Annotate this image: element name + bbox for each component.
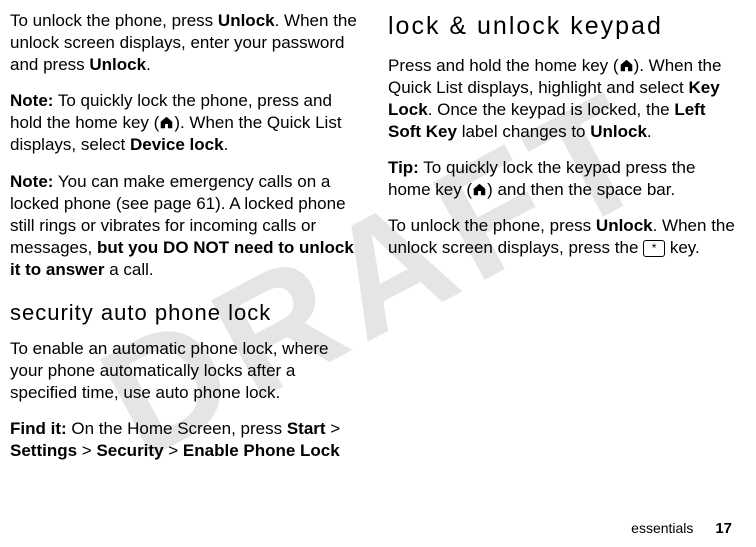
- text: .: [146, 55, 151, 74]
- text: label changes to: [457, 122, 590, 141]
- para-unlock-phone: To unlock the phone, press Unlock. When …: [10, 10, 358, 76]
- para-auto-lock-desc: To enable an automatic phone lock, where…: [10, 338, 358, 404]
- star-key-icon: *: [643, 240, 665, 257]
- text: >: [77, 441, 96, 460]
- para-keypad-lock: Press and hold the home key (). When the…: [388, 55, 736, 143]
- security-label: Security: [96, 441, 163, 460]
- text: a call.: [104, 260, 153, 279]
- para-unlock-keypad: To unlock the phone, press Unlock. When …: [388, 215, 736, 259]
- text: Press and hold the home key (: [388, 56, 619, 75]
- text: >: [326, 419, 341, 438]
- text: To unlock the phone, press: [388, 216, 596, 235]
- unlock-label: Unlock: [89, 55, 146, 74]
- text: .: [224, 135, 229, 154]
- text: key.: [665, 238, 700, 257]
- text: ) and then the space bar.: [487, 180, 675, 199]
- start-label: Start: [287, 419, 326, 438]
- settings-label: Settings: [10, 441, 77, 460]
- home-icon: [159, 116, 174, 129]
- find-it-label: Find it:: [10, 419, 67, 438]
- device-lock-label: Device lock: [130, 135, 224, 154]
- enable-phone-lock-label: Enable Phone Lock: [183, 441, 340, 460]
- para-tip-quicklock: Tip: To quickly lock the keypad press th…: [388, 157, 736, 201]
- section-name: essentials: [631, 520, 693, 536]
- text: . Once the keypad is locked, the: [428, 100, 675, 119]
- unlock-label: Unlock: [590, 122, 647, 141]
- page-footer: essentials 17: [631, 520, 732, 537]
- text: On the Home Screen, press: [67, 419, 287, 438]
- right-column: lock & unlock keypad Press and hold the …: [388, 10, 736, 510]
- para-note-quicklock: Note: To quickly lock the phone, press a…: [10, 90, 358, 156]
- note-label: Note:: [10, 172, 53, 191]
- text: >: [164, 441, 183, 460]
- page-number: 17: [715, 520, 732, 537]
- note-label: Note:: [10, 91, 53, 110]
- tip-label: Tip:: [388, 158, 419, 177]
- left-column: To unlock the phone, press Unlock. When …: [10, 10, 358, 510]
- heading-security-auto-lock: security auto phone lock: [10, 299, 358, 328]
- home-icon: [472, 183, 487, 196]
- heading-lock-unlock-keypad: lock & unlock keypad: [388, 10, 736, 43]
- unlock-label: Unlock: [218, 11, 275, 30]
- para-find-it: Find it: On the Home Screen, press Start…: [10, 418, 358, 462]
- unlock-label: Unlock: [596, 216, 653, 235]
- para-note-emergency: Note: You can make emergency calls on a …: [10, 171, 358, 281]
- page-content: To unlock the phone, press Unlock. When …: [0, 0, 756, 510]
- home-icon: [619, 59, 634, 72]
- text: To unlock the phone, press: [10, 11, 218, 30]
- text: .: [647, 122, 652, 141]
